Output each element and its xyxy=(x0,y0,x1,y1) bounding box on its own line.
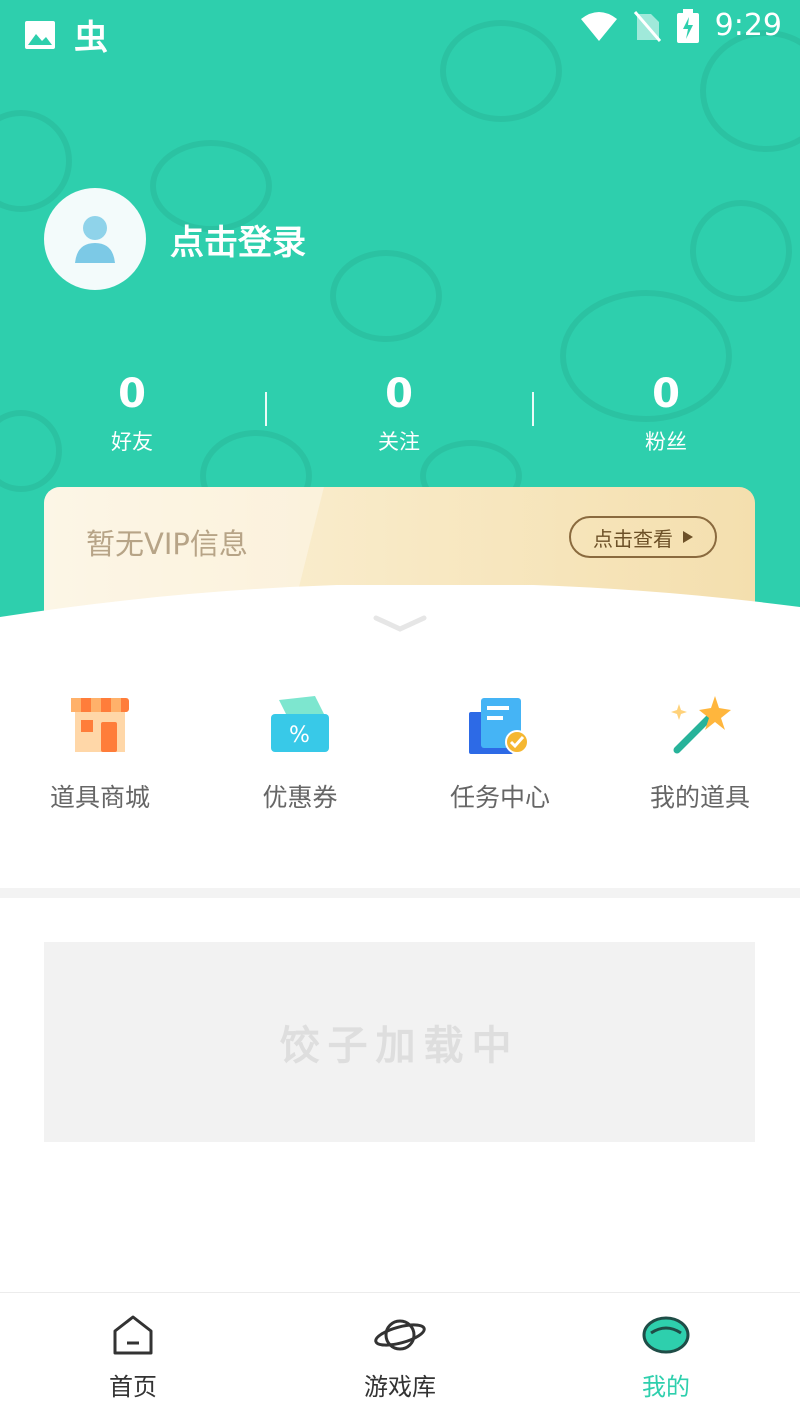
user-avatar-icon xyxy=(75,216,115,263)
svg-text:%: % xyxy=(289,723,310,748)
stat-label: 关注 xyxy=(378,430,420,454)
stat-following[interactable]: 0 关注 xyxy=(339,370,459,456)
stat-divider xyxy=(265,392,267,426)
home-icon xyxy=(113,1315,153,1355)
quick-item-my-props[interactable]: 我的道具 xyxy=(600,690,800,814)
tab-label: 游戏库 xyxy=(364,1373,436,1401)
quick-menu: 道具商城 % 优惠券 任务中心 我的道具 xyxy=(0,640,800,890)
play-arrow-icon xyxy=(683,531,693,543)
no-sim-icon xyxy=(633,10,661,42)
vip-status-text: 暂无VIP信息 xyxy=(86,527,248,561)
stats-row: 0 好友 0 关注 0 粉丝 xyxy=(0,370,800,460)
gallery-icon xyxy=(25,20,55,49)
vip-view-button-label: 点击查看 xyxy=(593,526,673,551)
quick-item-label: 优惠券 xyxy=(262,783,338,812)
wave-divider xyxy=(0,585,800,645)
tab-home[interactable]: 首页 xyxy=(33,1313,233,1402)
quick-item-label: 我的道具 xyxy=(649,783,750,812)
task-icon xyxy=(469,698,529,754)
planet-icon xyxy=(374,1319,426,1351)
status-bar: 虫 9:29 xyxy=(0,0,800,58)
stat-value: 0 xyxy=(652,371,680,417)
vip-view-button[interactable]: 点击查看 xyxy=(569,516,717,558)
tab-label: 首页 xyxy=(109,1373,157,1401)
profile-login[interactable]: 点击登录 xyxy=(44,188,306,290)
login-link[interactable]: 点击登录 xyxy=(170,215,306,264)
tab-mine[interactable]: 我的 xyxy=(566,1313,766,1402)
quick-item-label: 任务中心 xyxy=(449,783,550,812)
magic-wand-icon xyxy=(671,696,731,754)
shop-icon xyxy=(71,698,129,752)
stat-divider xyxy=(532,392,534,426)
stat-friends[interactable]: 0 好友 xyxy=(72,370,192,456)
bottom-tab-bar: 首页 游戏库 我的 xyxy=(0,1292,800,1423)
coupon-icon: % xyxy=(271,696,329,752)
battery-icon xyxy=(676,8,699,43)
stat-value: 0 xyxy=(385,371,413,417)
quick-item-coupon[interactable]: % 优惠券 xyxy=(200,690,400,814)
mine-icon xyxy=(642,1316,690,1354)
quick-item-shop[interactable]: 道具商城 xyxy=(0,690,200,814)
wifi-icon xyxy=(580,11,617,41)
tab-game-library[interactable]: 游戏库 xyxy=(300,1313,500,1402)
ad-banner[interactable]: 饺子加载中 xyxy=(44,942,755,1142)
app-glyph-icon: 虫 xyxy=(74,18,108,58)
stat-fans[interactable]: 0 粉丝 xyxy=(606,370,726,456)
stat-value: 0 xyxy=(118,371,146,417)
quick-item-label: 道具商城 xyxy=(49,783,150,812)
status-time: 9:29 xyxy=(714,8,782,43)
tab-label: 我的 xyxy=(642,1373,690,1401)
quick-item-task[interactable]: 任务中心 xyxy=(400,690,600,814)
banner-loading-text: 饺子加载中 xyxy=(279,1023,520,1069)
avatar[interactable] xyxy=(44,188,146,290)
section-separator xyxy=(0,888,800,898)
stat-label: 好友 xyxy=(111,430,153,454)
stat-label: 粉丝 xyxy=(645,430,687,454)
